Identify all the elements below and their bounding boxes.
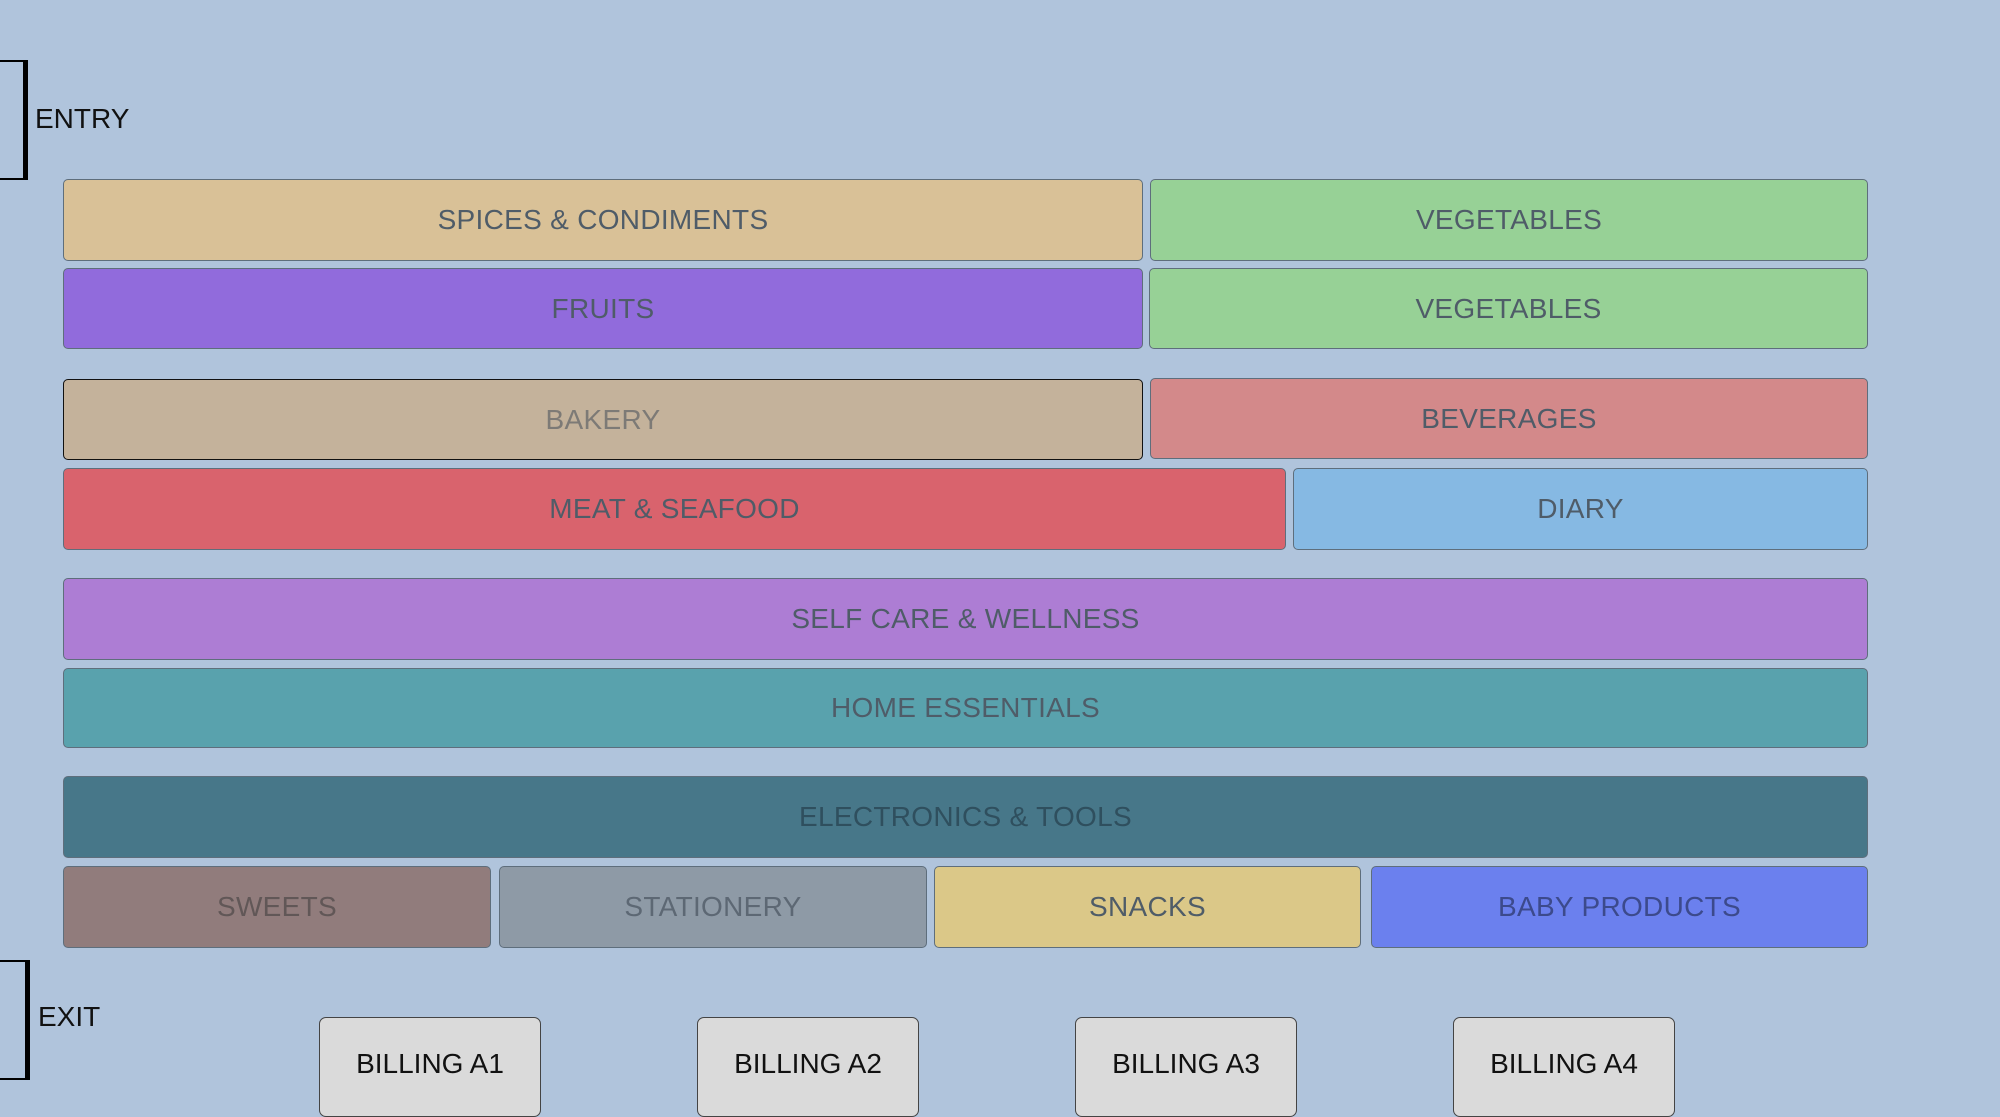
aisle-bakery[interactable]: BAKERY — [63, 379, 1143, 460]
aisle-meat-seafood[interactable]: MEAT & SEAFOOD — [63, 468, 1286, 550]
aisle-stationery[interactable]: STATIONERY — [499, 866, 927, 948]
aisle-diary[interactable]: DIARY — [1293, 468, 1868, 550]
aisle-fruits[interactable]: FRUITS — [63, 268, 1143, 349]
aisle-vegetables-2[interactable]: VEGETABLES — [1149, 268, 1868, 349]
entry-bracket — [0, 60, 28, 180]
aisle-self-care-wellness[interactable]: SELF CARE & WELLNESS — [63, 578, 1868, 660]
billing-counter-a4[interactable]: BILLING A4 — [1453, 1017, 1675, 1117]
billing-counter-a2[interactable]: BILLING A2 — [697, 1017, 919, 1117]
aisle-beverages[interactable]: BEVERAGES — [1150, 378, 1868, 459]
billing-counter-a3[interactable]: BILLING A3 — [1075, 1017, 1297, 1117]
billing-counter-a1[interactable]: BILLING A1 — [319, 1017, 541, 1117]
aisle-vegetables-1[interactable]: VEGETABLES — [1150, 179, 1868, 261]
aisle-snacks[interactable]: SNACKS — [934, 866, 1361, 948]
exit-bracket — [0, 960, 30, 1080]
aisle-spices-condiments[interactable]: SPICES & CONDIMENTS — [63, 179, 1143, 261]
aisle-baby-products[interactable]: BABY PRODUCTS — [1371, 866, 1868, 948]
entry-label: ENTRY — [35, 103, 130, 134]
aisle-sweets[interactable]: SWEETS — [63, 866, 491, 948]
exit-label: EXIT — [38, 1001, 101, 1032]
aisle-home-essentials[interactable]: HOME ESSENTIALS — [63, 668, 1868, 748]
aisle-electronics-tools[interactable]: ELECTRONICS & TOOLS — [63, 776, 1868, 858]
